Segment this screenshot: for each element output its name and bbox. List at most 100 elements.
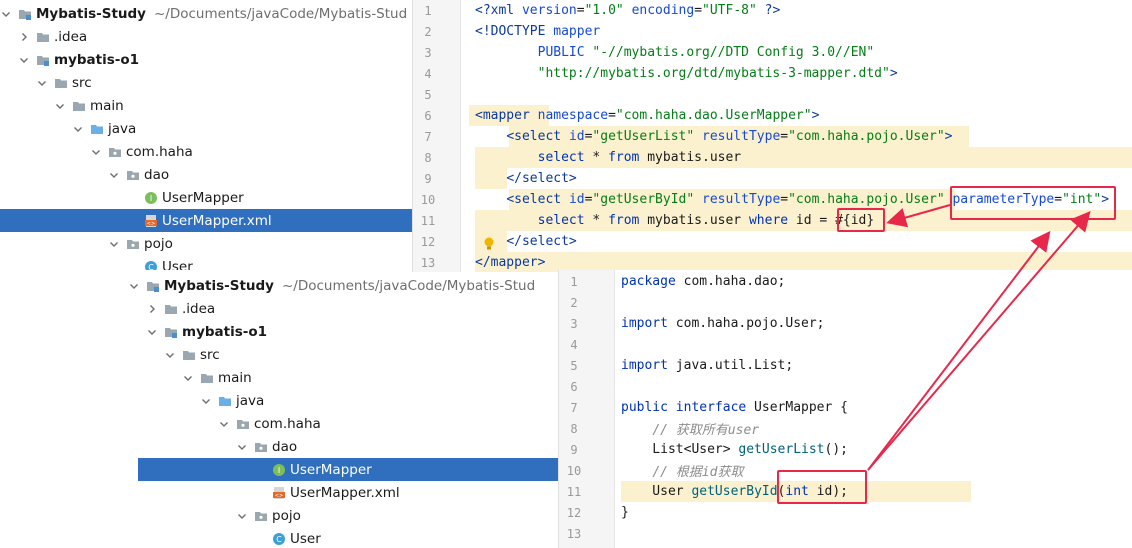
tree-item-com-haha[interactable]: com.haha	[0, 140, 412, 163]
xml-file-icon: <>	[272, 486, 286, 500]
tree-item-user[interactable]: C User	[0, 255, 412, 270]
chevron-down-icon[interactable]	[182, 372, 194, 384]
code-token: id	[568, 192, 585, 207]
chevron-down-icon[interactable]	[18, 54, 30, 66]
tree-item-label: .idea	[182, 300, 216, 317]
code-token: "UTF-8"	[702, 3, 757, 18]
tree-item-mybatis-o1[interactable]: mybatis-o1	[0, 48, 412, 71]
tree-item--idea[interactable]: .idea	[0, 25, 412, 48]
code-token: <select	[506, 129, 569, 144]
code-line[interactable]: 12}	[559, 502, 1132, 523]
line-number: 12	[420, 234, 436, 249]
tree-item-usermapper[interactable]: I UserMapper	[138, 458, 558, 481]
tree-item-dao[interactable]: dao	[0, 163, 412, 186]
lightbulb-icon[interactable]	[483, 236, 495, 250]
package-icon	[236, 417, 250, 431]
tree-item-label: Mybatis-Study	[164, 277, 274, 294]
tree-item-pojo[interactable]: pojo	[0, 504, 558, 527]
chevron-down-icon[interactable]	[164, 349, 176, 361]
project-path: ~/Documents/javaCode/Mybatis-Stud	[153, 5, 408, 22]
chevron-down-icon[interactable]	[90, 146, 102, 158]
code-line[interactable]: 5	[413, 84, 1132, 105]
tree-item-dao[interactable]: dao	[0, 435, 558, 458]
code-line[interactable]: 7 <select id="getUserList" resultType="c…	[413, 126, 1132, 147]
code-text: }	[621, 505, 629, 520]
xml-editor[interactable]: 1 <?xml version="1.0" encoding="UTF-8" ?>…	[412, 0, 1132, 272]
code-token: >	[811, 108, 820, 123]
code-line[interactable]: 6	[559, 376, 1132, 397]
code-token: *	[584, 213, 609, 228]
tree-item-main[interactable]: main	[0, 366, 558, 389]
tree-item-user[interactable]: C User	[0, 527, 558, 548]
code-line[interactable]: 6 <mapper namespace="com.haha.dao.UserMap…	[413, 105, 1132, 126]
line-number: 10	[420, 192, 436, 207]
chevron-down-icon[interactable]	[36, 77, 48, 89]
tree-item-label: dao	[272, 438, 298, 455]
tree-item-java[interactable]: java	[0, 117, 412, 140]
chevron-right-icon[interactable]	[146, 303, 158, 315]
code-token: "-//mybatis.org//DTD Config 3.0//EN"	[592, 45, 875, 60]
code-line[interactable]: 8 select * from mybatis.user	[413, 147, 1132, 168]
chevron-down-icon[interactable]	[146, 326, 158, 338]
code-line[interactable]: 3 PUBLIC "-//mybatis.org//DTD Config 3.0…	[413, 42, 1132, 63]
line-number: 11	[566, 484, 582, 499]
code-line[interactable]: 2	[559, 292, 1132, 313]
code-line[interactable]: 13 </mapper>	[413, 252, 1132, 272]
code-line[interactable]: 4	[559, 334, 1132, 355]
tree-item-mybatis-o1[interactable]: mybatis-o1	[0, 320, 558, 343]
chevron-down-icon[interactable]	[218, 418, 230, 430]
tree-item-com-haha[interactable]: com.haha	[0, 412, 558, 435]
tree-item-label: UserMapper.xml	[290, 484, 400, 501]
tree-item-mybatis-study[interactable]: Mybatis-Study ~/Documents/javaCode/Mybati…	[0, 274, 558, 297]
chevron-down-icon[interactable]	[236, 510, 248, 522]
tree-item-src[interactable]: src	[0, 343, 558, 366]
chevron-down-icon[interactable]	[108, 169, 120, 181]
annotation-box-int-param	[777, 470, 867, 504]
code-line[interactable]: 1 package com.haha.dao;	[559, 271, 1132, 292]
code-line[interactable]: 4 "http://mybatis.org/dtd/mybatis-3-mapp…	[413, 63, 1132, 84]
tree-item-usermapper[interactable]: I UserMapper	[0, 186, 412, 209]
tree-item-usermapper-xml[interactable]: <> UserMapper.xml	[0, 209, 412, 232]
tree-item-mybatis-study[interactable]: Mybatis-Study ~/Documents/javaCode/Mybati…	[0, 2, 412, 25]
code-line[interactable]: 13	[559, 523, 1132, 544]
code-line[interactable]: 8 // 获取所有user	[559, 418, 1132, 439]
code-text: </mapper>	[475, 255, 545, 270]
tree-item-label: main	[218, 369, 252, 386]
chevron-down-icon[interactable]	[0, 8, 12, 20]
java-editor[interactable]: 1 package com.haha.dao; 2 3 import com.haha.…	[558, 270, 1132, 548]
chevron-right-icon[interactable]	[18, 31, 30, 43]
code-token: </mapper>	[475, 255, 546, 270]
code-token: // 获取所有user	[652, 423, 760, 438]
package-icon	[126, 168, 140, 182]
chevron-down-icon[interactable]	[72, 123, 84, 135]
chevron-down-icon[interactable]	[200, 395, 212, 407]
code-line[interactable]: 12 </select>	[413, 231, 1132, 252]
tree-item-label: main	[90, 97, 124, 114]
code-line[interactable]: 5 import java.util.List;	[559, 355, 1132, 376]
code-line[interactable]: 9 List<User> getUserList();	[559, 439, 1132, 460]
code-text: public interface UserMapper {	[621, 400, 848, 415]
tree-item-main[interactable]: main	[0, 94, 412, 117]
tree-item-usermapper-xml[interactable]: <> UserMapper.xml	[0, 481, 558, 504]
chevron-down-icon[interactable]	[128, 280, 140, 292]
code-line[interactable]: 7 public interface UserMapper {	[559, 397, 1132, 418]
tree-item-src[interactable]: src	[0, 71, 412, 94]
code-line[interactable]: 3 import com.haha.pojo.User;	[559, 313, 1132, 334]
svg-text:I: I	[278, 466, 280, 475]
tree-item-java[interactable]: java	[0, 389, 558, 412]
code-token: </select>	[506, 171, 577, 186]
code-line[interactable]: 1 <?xml version="1.0" encoding="UTF-8" ?>	[413, 0, 1132, 21]
folder-source-icon	[90, 122, 104, 136]
tree-item-label: UserMapper.xml	[162, 212, 272, 229]
tree-item--idea[interactable]: .idea	[0, 297, 558, 320]
chevron-down-icon[interactable]	[54, 100, 66, 112]
code-line[interactable]: 2 <!DOCTYPE mapper	[413, 21, 1132, 42]
folder-module-icon	[146, 279, 160, 293]
tree-item-pojo[interactable]: pojo	[0, 232, 412, 255]
code-text: // 获取所有user	[621, 419, 759, 438]
chevron-down-icon[interactable]	[236, 441, 248, 453]
chevron-down-icon[interactable]	[108, 238, 120, 250]
